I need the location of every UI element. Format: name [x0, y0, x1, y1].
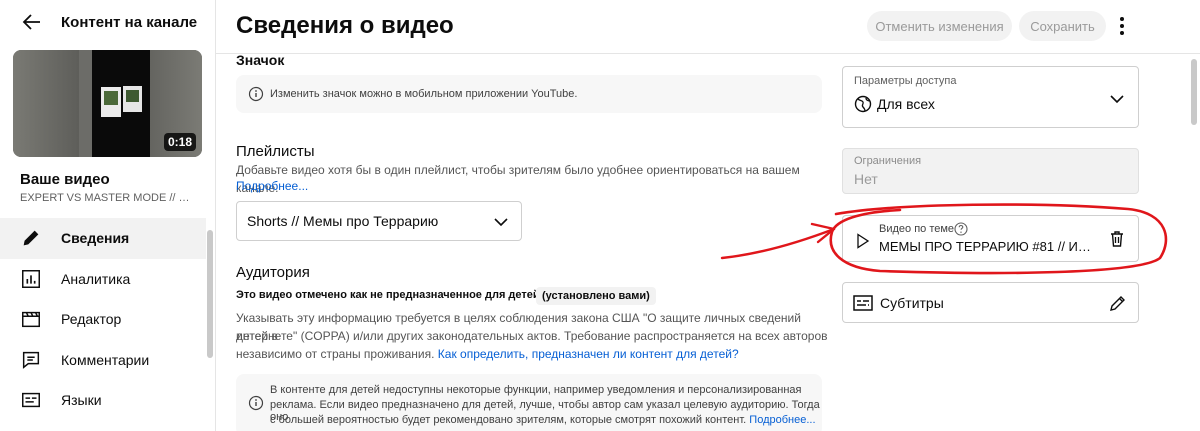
kids-info-line: В контенте для детей недоступны некоторы… [270, 384, 802, 396]
related-video-label: Видео по теме [879, 223, 955, 235]
video-duration: 0:18 [163, 133, 196, 151]
more-options-icon[interactable] [1111, 13, 1133, 39]
chevron-down-icon [1110, 95, 1124, 104]
page-title: Сведения о видео [236, 12, 454, 39]
main-content: Значок Изменить значок можно в мобильном… [216, 52, 836, 431]
sidebar-item-label: Комментарии [61, 351, 150, 368]
main-scrollbar[interactable] [1189, 55, 1199, 431]
comments-icon [22, 351, 40, 369]
restrictions-value: Нет [854, 171, 878, 187]
thumbnail-image-card [123, 86, 142, 112]
save-button[interactable]: Сохранить [1019, 11, 1106, 41]
subtitles-label: Субтитры [880, 295, 944, 311]
sidebar-item-details[interactable]: Сведения [0, 218, 206, 259]
audience-desc-line: независимо от страны проживания. Как опр… [236, 345, 739, 363]
main-scrollbar-thumb[interactable] [1191, 59, 1197, 125]
sidebar: Контент на канале 0:18 Ваше видео EXPERT… [0, 0, 216, 431]
info-icon [248, 86, 264, 102]
audience-status: Это видео отмечено как не предназначенно… [236, 289, 540, 301]
playlists-description: Добавьте видео хотя бы в один плейлист, … [236, 163, 800, 195]
video-thumbnail[interactable]: 0:18 [13, 50, 202, 157]
sidebar-item-label: Аналитика [61, 270, 131, 287]
undo-changes-button[interactable]: Отменить изменения [867, 11, 1012, 41]
badge-section-label: Значок [236, 52, 285, 68]
analytics-icon [22, 269, 40, 288]
restrictions-label: Ограничения [854, 155, 922, 167]
editor-icon [22, 311, 40, 328]
languages-icon [22, 392, 40, 408]
chevron-down-icon [494, 218, 508, 227]
sidebar-item-label: Сведения [61, 230, 130, 247]
globe-icon [854, 95, 872, 113]
play-icon [857, 233, 870, 249]
sidebar-item-label: Языки [61, 392, 102, 409]
subtitles-icon [853, 295, 873, 311]
badge-info-box: Изменить значок можно в мобильном прилож… [236, 75, 822, 113]
playlists-more-link[interactable]: Подробнее... [236, 177, 308, 195]
kids-info-more-link[interactable]: Подробнее... [749, 414, 815, 426]
back-arrow-icon[interactable] [20, 10, 44, 34]
your-video-heading: Ваше видео [20, 171, 110, 188]
sidebar-header: Контент на канале [0, 0, 216, 44]
sidebar-item-comments[interactable]: Комментарии [0, 340, 206, 381]
related-video-title: МЕМЫ ПРО ТЕРРАРИЮ #81 // ИГРОВЫЕ МЕМЫ [879, 239, 1094, 254]
subtitles-card[interactable]: Субтитры [842, 282, 1139, 323]
video-title-text: EXPERT VS MASTER MODE // МЕМЫ ПРО ТЕРРАР… [20, 192, 196, 204]
sidebar-item-languages[interactable]: Языки [0, 380, 206, 421]
restrictions-field: Ограничения Нет [842, 148, 1139, 194]
audience-desc-text: независимо от страны проживания. [236, 347, 435, 361]
info-icon [248, 395, 264, 411]
related-video-card[interactable]: Видео по теме МЕМЫ ПРО ТЕРРАРИЮ #81 // И… [842, 215, 1139, 262]
page-header: Сведения о видео Отменить изменения Сохр… [216, 0, 1200, 54]
thumbnail-blur-left [13, 50, 79, 157]
visibility-select[interactable]: Параметры доступа Для всех [842, 66, 1139, 128]
thumbnail-image-card [101, 87, 121, 117]
playlist-select[interactable]: Shorts // Мемы про Террарию [236, 201, 522, 241]
playlists-heading: Плейлисты [236, 143, 315, 160]
help-icon[interactable] [954, 222, 968, 236]
sidebar-nav: Сведения Аналитика Редактор Комментарии [0, 218, 206, 421]
kids-info-box: В контенте для детей недоступны некоторы… [236, 374, 822, 431]
playlist-select-value: Shorts // Мемы про Террарию [247, 213, 439, 229]
sidebar-scrollbar[interactable] [207, 230, 213, 358]
badge-info-text: Изменить значок можно в мобильном прилож… [270, 88, 578, 100]
visibility-label: Параметры доступа [854, 75, 957, 87]
pencil-icon[interactable] [1109, 294, 1127, 312]
visibility-value: Для всех [877, 96, 935, 112]
sidebar-item-editor[interactable]: Редактор [0, 299, 206, 340]
trash-icon[interactable] [1109, 230, 1125, 248]
sidebar-item-label: Редактор [61, 311, 122, 328]
audience-heading: Аудитория [236, 264, 310, 281]
kids-content-help-link[interactable]: Как определить, предназначен ли контент … [438, 347, 739, 361]
kids-info-line: с большей вероятностью будет рекомендова… [270, 414, 816, 426]
sidebar-item-analytics[interactable]: Аналитика [0, 259, 206, 300]
kids-info-text: с большей вероятностью будет рекомендова… [270, 414, 747, 426]
audience-desc-line: интернете" (COPPA) и/или других законода… [236, 329, 828, 343]
pencil-icon [23, 230, 39, 246]
audience-status-badge: (установлено вами) [536, 287, 656, 305]
sidebar-title: Контент на канале [61, 14, 198, 31]
